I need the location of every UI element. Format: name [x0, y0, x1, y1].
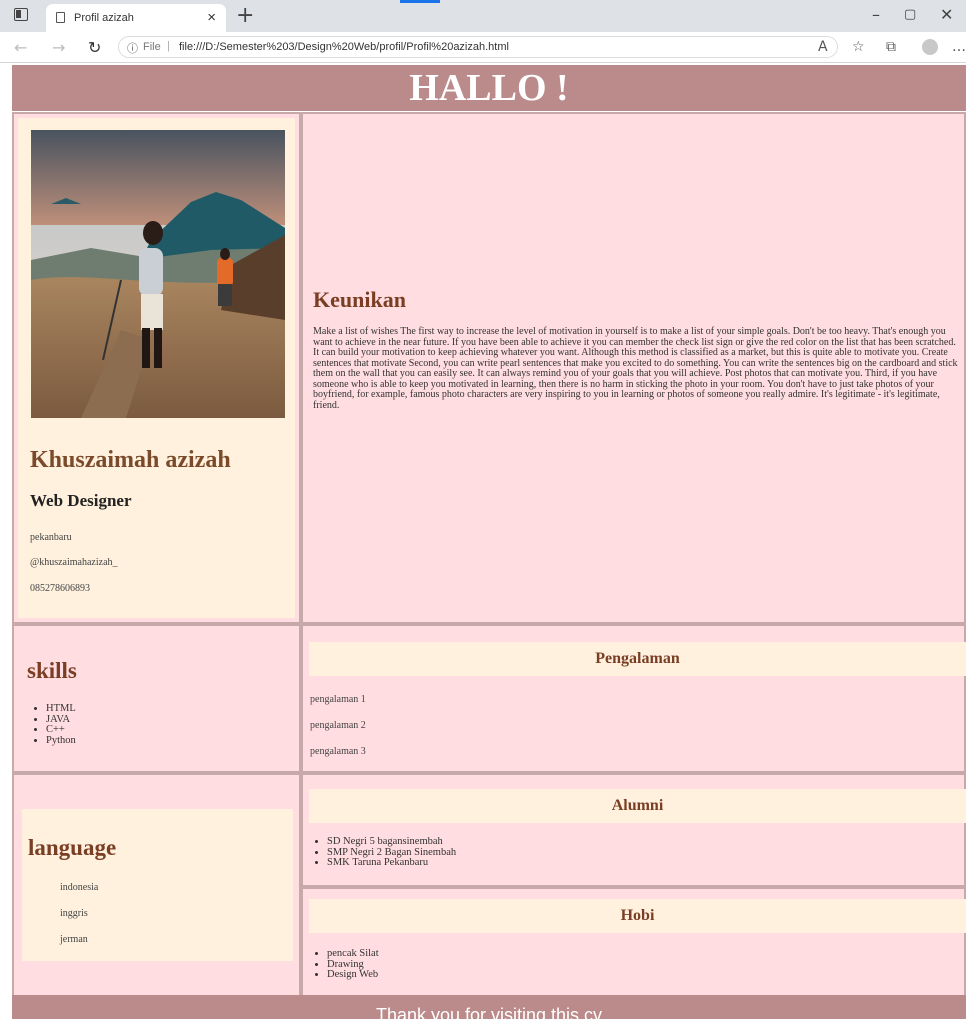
close-window-icon[interactable]: ✕: [940, 5, 953, 24]
tab-loading-indicator: [400, 0, 440, 3]
page-icon: [56, 12, 65, 23]
tab-actions-icon[interactable]: [14, 8, 28, 21]
skills-list: HTML JAVA C++ Python: [30, 703, 76, 747]
refresh-icon[interactable]: ↻: [88, 38, 101, 57]
pengalaman-item: pengalaman 2: [310, 720, 366, 731]
page-header: HALLO !: [12, 65, 966, 111]
page-footer: Thank you for visiting this cv: [12, 995, 966, 1019]
address-toolbar: ← → ↻ ⓘ File | file:///D:/Semester%203/D…: [0, 32, 966, 63]
favorites-icon[interactable]: ☆: [852, 39, 865, 55]
url-text[interactable]: file:///D:/Semester%203/Design%20Web/pro…: [179, 41, 509, 53]
pengalaman-item: pengalaman 1: [310, 694, 366, 705]
language-title: language: [28, 835, 117, 860]
back-icon[interactable]: ←: [14, 38, 27, 57]
collections-icon[interactable]: ⧉: [886, 39, 896, 55]
keunikan-title: Keunikan: [313, 287, 406, 312]
skill-item: HTML: [46, 703, 76, 715]
skills-title: skills: [27, 658, 77, 683]
file-label: File: [143, 41, 161, 53]
skill-item: Python: [46, 735, 76, 747]
profile-city: pekanbaru: [30, 532, 72, 543]
hobi-item: pencak Silat: [327, 948, 379, 960]
alumni-item: SMK Taruna Pekanbaru: [327, 857, 456, 869]
hobi-item: Design Web: [327, 969, 379, 981]
browser-tab[interactable]: Profil azizah ×: [46, 4, 226, 32]
language-item: indonesia: [60, 882, 99, 893]
minimize-icon[interactable]: –: [872, 5, 880, 24]
profile-cell: Khuszaimah azizah Web Designer pekanbaru…: [12, 112, 301, 624]
skill-item: C++: [46, 724, 76, 736]
close-tab-icon[interactable]: ×: [207, 9, 216, 26]
profile-instagram: @khuszaimahazizah_: [30, 557, 118, 568]
profile-role: Web Designer: [30, 491, 132, 510]
address-separator: |: [167, 40, 170, 52]
skills-cell: skills HTML JAVA C++ Python: [12, 624, 301, 773]
profile-phone: 085278606893: [30, 583, 90, 594]
info-icon[interactable]: ⓘ: [127, 40, 138, 56]
new-tab-button[interactable]: +: [236, 3, 254, 28]
alumni-title: Alumni: [309, 789, 966, 823]
pengalaman-cell: Pengalaman pengalaman 1 pengalaman 2 pen…: [301, 624, 966, 773]
language-item: jerman: [60, 934, 88, 945]
profile-name: Khuszaimah azizah: [30, 447, 231, 473]
more-icon[interactable]: …: [952, 39, 966, 55]
keunikan-text: Make a list of wishes The first way to i…: [313, 326, 958, 411]
profile-photo: [31, 130, 285, 418]
read-aloud-icon[interactable]: A: [818, 39, 828, 55]
hobi-list: pencak Silat Drawing Design Web: [311, 948, 379, 981]
tab-title: Profil azizah: [74, 12, 134, 24]
pengalaman-title: Pengalaman: [309, 642, 966, 676]
hobi-cell: Hobi pencak Silat Drawing Design Web: [301, 887, 966, 995]
page-viewport: HALLO ! Khuszaimah azizah Web Designer p…: [0, 63, 966, 1019]
pengalaman-item: pengalaman 3: [310, 746, 366, 757]
profile-icon[interactable]: [922, 39, 938, 55]
keunikan-cell: Keunikan Make a list of wishes The first…: [301, 112, 966, 624]
forward-icon[interactable]: →: [52, 38, 65, 57]
alumni-item: SD Negri 5 bagansinembah: [327, 836, 456, 848]
alumni-list: SD Negri 5 bagansinembah SMP Negri 2 Bag…: [311, 836, 456, 869]
browser-tab-bar: Profil azizah × + – ▢ ✕: [0, 0, 966, 32]
maximize-icon[interactable]: ▢: [904, 7, 916, 22]
alumni-cell: Alumni SD Negri 5 bagansinembah SMP Negr…: [301, 773, 966, 887]
language-cell: language indonesia inggris jerman: [12, 773, 301, 995]
language-item: inggris: [60, 908, 88, 919]
address-bar[interactable]: ⓘ File | file:///D:/Semester%203/Design%…: [118, 36, 838, 58]
hobi-title: Hobi: [309, 899, 966, 933]
